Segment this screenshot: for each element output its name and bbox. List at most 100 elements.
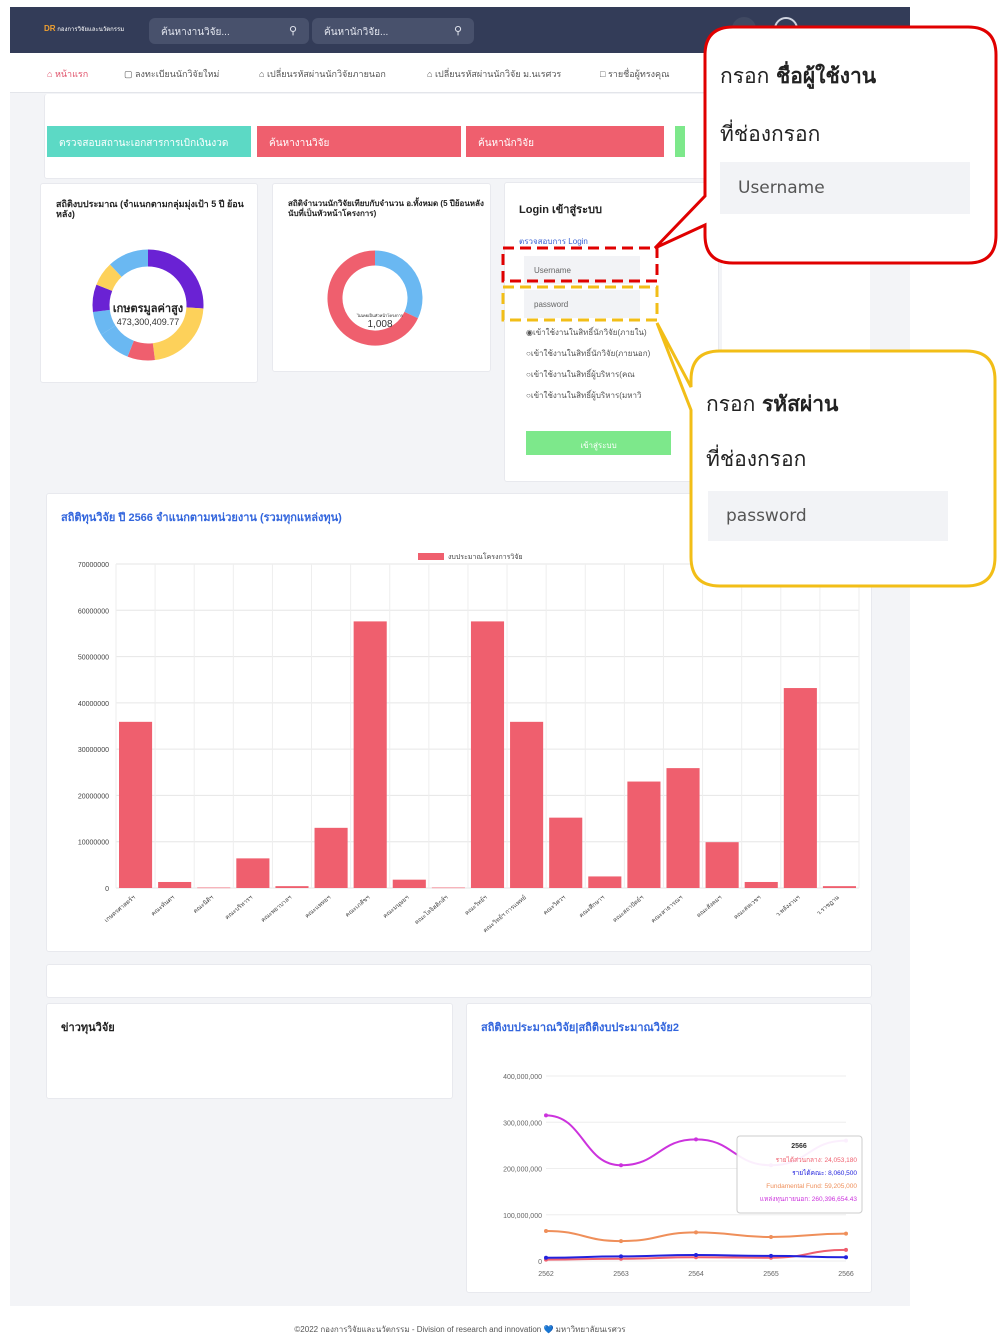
budget-segment[interactable] xyxy=(110,249,149,278)
bar-2[interactable] xyxy=(197,887,231,889)
bar-y-tick: 40000000 xyxy=(78,701,109,708)
search-icon[interactable]: ⚲ xyxy=(454,24,462,37)
bar-6[interactable] xyxy=(353,621,387,888)
line-point[interactable] xyxy=(544,1255,548,1260)
bar-y-tick: 50000000 xyxy=(78,655,109,662)
login-option-executive-university[interactable]: ○เข้าใช้งานในสิทธิ์ผู้บริหาร(มหาวิ xyxy=(526,389,641,402)
username-sample-field: Username xyxy=(720,162,970,214)
password-callout: กรอก รหัสผ่าน ที่ช่องกรอก password xyxy=(706,388,966,578)
budget-stat-card: สถิติงบประมาณ (จำแนกตามกลุ่มมุ่งเป้า 5 ป… xyxy=(40,183,258,383)
line-point[interactable] xyxy=(769,1234,773,1239)
password-sample-field: password xyxy=(708,491,948,541)
line-point[interactable] xyxy=(844,1231,848,1236)
line-point[interactable] xyxy=(844,1255,848,1260)
bar-y-tick: 30000000 xyxy=(78,747,109,754)
line-x-tick: 2566 xyxy=(838,1271,854,1278)
bar-14[interactable] xyxy=(666,768,700,888)
bar-3[interactable] xyxy=(236,858,270,888)
bar-4[interactable] xyxy=(275,886,309,888)
budget-center-label: เกษตรมูลค่าสูง xyxy=(112,303,184,315)
bar-10[interactable] xyxy=(510,721,544,888)
check-status-button[interactable]: ตรวจสอบสถานะเอกสารการเบิกเงินงวด xyxy=(47,126,251,157)
bar-x-tick: คณะวิศวฯ xyxy=(542,894,567,917)
username-input[interactable]: Username xyxy=(524,256,640,284)
search-researcher-button[interactable]: ค้นหานักวิจัย xyxy=(466,126,664,157)
bar-x-tick: เกษตรศาสตร์ฯ xyxy=(103,893,137,924)
line-point[interactable] xyxy=(694,1137,698,1142)
tooltip-line: รายได้คณะ: 8,060,500 xyxy=(792,1169,857,1177)
login-option-executive-faculty[interactable]: ○เข้าใช้งานในสิทธิ์ผู้บริหาร(คณ xyxy=(526,368,635,381)
nav-experts[interactable]: □ รายชื่อผู้ทรงคุณ xyxy=(600,67,669,81)
bar-legend-swatch xyxy=(418,553,444,560)
bar-12[interactable] xyxy=(588,876,622,888)
bar-x-tick: คณะเภสัชฯ xyxy=(344,894,371,919)
search-researcher-input[interactable]: ค้นหานักวิจัย... ⚲ xyxy=(312,18,474,44)
password-callout-line2: ที่ช่องกรอก xyxy=(706,447,807,471)
line-point[interactable] xyxy=(694,1252,698,1257)
nav-home[interactable]: ⌂ หน้าแรก xyxy=(47,67,88,81)
search-project-placeholder: ค้นหางานวิจัย... xyxy=(161,27,230,38)
line-y-tick: 100,000,000 xyxy=(503,1213,542,1220)
password-input[interactable]: password xyxy=(524,290,640,318)
bar-15[interactable] xyxy=(705,842,739,888)
search-icon[interactable]: ⚲ xyxy=(289,24,297,37)
line-point[interactable] xyxy=(544,1113,548,1118)
user-avatar[interactable] xyxy=(774,17,798,41)
nav-change-password-nu[interactable]: ⌂ เปลี่ยนรหัสผ่านนักวิจัย ม.นเรศวร xyxy=(427,67,561,81)
nav-change-password-external-label: เปลี่ยนรหัสผ่านนักวิจัยภายนอก xyxy=(266,69,386,79)
line-chart: 0 100,000,000 200,000,000 300,000,000 400,00… xyxy=(503,1074,863,1278)
bar-y-tick: 20000000 xyxy=(78,793,109,800)
callout-password-bold: รหัสผ่าน xyxy=(762,392,839,416)
line-point[interactable] xyxy=(619,1239,623,1244)
search-project-input[interactable]: ค้นหางานวิจัย... ⚲ xyxy=(149,18,309,44)
bar-y-tick: 0 xyxy=(105,886,109,893)
line-y-tick: 400,000,000 xyxy=(503,1074,542,1081)
bar-5[interactable] xyxy=(314,827,348,888)
notification-icon[interactable] xyxy=(732,17,756,41)
login-option-label: เข้าใช้งานในสิทธิ์นักวิจัย(ภายใน) xyxy=(532,328,647,337)
bar-11[interactable] xyxy=(549,817,583,888)
line-point[interactable] xyxy=(844,1247,848,1252)
bar-17[interactable] xyxy=(783,688,817,888)
researcher-segment[interactable] xyxy=(374,250,423,319)
line-point[interactable] xyxy=(619,1163,623,1168)
search-project-button[interactable]: ค้นหางานวิจัย xyxy=(257,126,461,157)
extra-button[interactable] xyxy=(675,126,685,157)
username-callout-line1: กรอก ชื่อผู้ใช้งาน xyxy=(720,60,876,93)
login-option-researcher-internal[interactable]: ◉เข้าใช้งานในสิทธิ์นักวิจัย(ภายใน) xyxy=(526,326,647,339)
check-login-link[interactable]: ตรวจสอบการ Login xyxy=(519,235,588,248)
bar-legend-label[interactable]: งบประมาณโครงการวิจัย xyxy=(448,552,523,561)
bar-x-tick: คณะบริหารฯ xyxy=(224,894,254,921)
line-point[interactable] xyxy=(544,1228,548,1233)
budget-segment[interactable] xyxy=(96,264,122,292)
login-option-researcher-external[interactable]: ○เข้าใช้งานในสิทธิ์นักวิจัย(ภายนอก) xyxy=(526,347,650,360)
bar-8[interactable] xyxy=(431,887,465,889)
budget-donut-chart xyxy=(92,249,204,361)
line-x-tick: 2563 xyxy=(613,1271,629,1278)
bar-1[interactable] xyxy=(158,881,192,888)
bar-13[interactable] xyxy=(627,781,661,888)
bar-9[interactable] xyxy=(470,621,505,888)
login-submit-button[interactable]: เข้าสู่ระบบ xyxy=(526,431,671,455)
budget-segment[interactable] xyxy=(101,325,135,357)
bar-0[interactable] xyxy=(119,721,153,888)
budget-segment[interactable] xyxy=(127,340,155,361)
nav-change-password-external[interactable]: ⌂ เปลี่ยนรหัสผ่านนักวิจัยภายนอก xyxy=(259,67,386,81)
nav-register[interactable]: ▢ ลงทะเบียนนักวิจัยใหม่ xyxy=(124,67,219,81)
top-bar: DR กองการวิจัยและนวัตกรรม ค้นหางานวิจัย.… xyxy=(10,7,910,53)
site-logo[interactable]: DR กองการวิจัยและนวัตกรรม xyxy=(44,24,124,36)
bar-x-tick: คณะมนุษยฯ xyxy=(382,894,411,920)
bar-7[interactable] xyxy=(392,879,426,888)
bar-x-tick: คณะสหเวชฯ xyxy=(733,894,763,921)
researcher-stat-card: สถิติจำนวนนักวิจัยเทียบกับจำนวน อ.ทั้งหม… xyxy=(272,183,491,372)
bar-16[interactable] xyxy=(744,881,778,888)
nav-register-label: ลงทะเบียนนักวิจัยใหม่ xyxy=(135,69,220,79)
tooltip-line: รายได้ส่วนกลาง: 24,053,180 xyxy=(776,1156,858,1164)
line-point[interactable] xyxy=(694,1230,698,1235)
line-x-tick: 2562 xyxy=(538,1271,554,1278)
line-point[interactable] xyxy=(619,1254,623,1259)
bar-18[interactable] xyxy=(822,886,856,888)
line-point[interactable] xyxy=(769,1253,773,1258)
line-chart-card: สถิติงบประมาณวิจัย|สถิติงบประมาณวิจัย2 0… xyxy=(466,1003,872,1293)
tooltip-line: แหล่งทุนภายนอก: 260,396,654.43 xyxy=(760,1196,858,1203)
